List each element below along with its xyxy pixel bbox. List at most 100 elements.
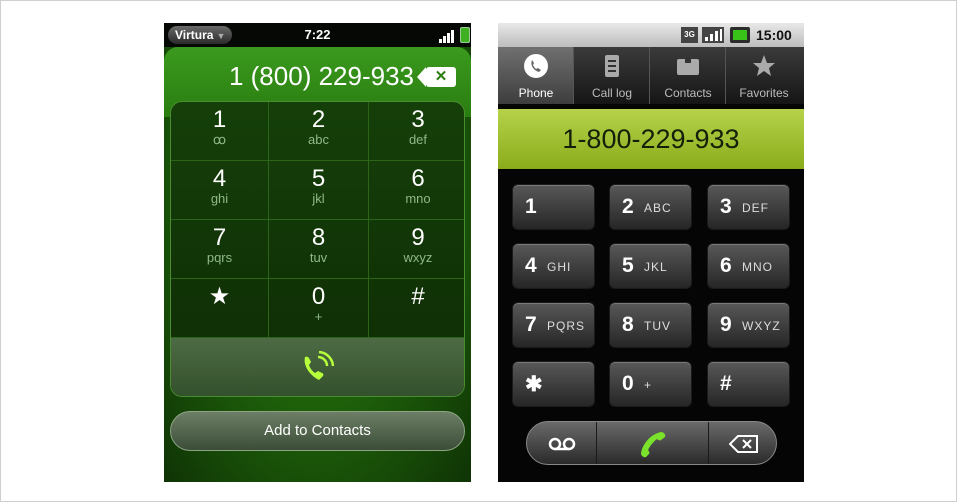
key-letters: pqrs [206,250,233,265]
key-letters: + [314,309,323,324]
key-digit: 1 [525,195,537,218]
call-icon [641,432,666,458]
key-letters: PQRS [547,319,586,333]
tab-label: Contacts [664,86,712,100]
key-digit: 8 [622,313,634,336]
dial-key-5[interactable]: 5 jkl [269,161,369,220]
dial-key-7[interactable]: 7 pqrs [171,220,269,279]
dial-key-hash[interactable]: # [369,279,464,338]
dial-key-2[interactable]: 2 ABC [609,184,692,230]
voicemail-icon [548,437,576,451]
dialer-action-bar [526,421,777,465]
key-digit: 8 [311,224,326,251]
key-digit: 7 [525,313,537,336]
dial-key-9[interactable]: 9 WXYZ [707,302,790,348]
key-digit: 4 [212,165,227,192]
key-digit: 9 [411,224,425,251]
tab-phone[interactable]: Phone [498,47,574,104]
key-letters: DEF [742,201,769,215]
phone-icon [524,54,548,78]
key-letters: MNO [742,260,773,274]
dial-key-5[interactable]: 5 JKL [609,243,692,289]
key-digit: 3 [411,106,425,133]
backspace-icon: ✕ [434,68,448,85]
dial-key-9[interactable]: 9 wxyz [369,220,464,279]
voicemail-icon: ꝏ [212,132,227,147]
star-icon [753,55,775,76]
dial-key-4[interactable]: 4 ghi [171,161,269,220]
dial-key-0[interactable]: 0 + [269,279,369,338]
key-letters: TUV [644,319,671,333]
tab-call-log[interactable]: Call log [574,47,650,104]
key-letters: wxyz [403,250,433,265]
3g-icon: 3G [681,27,698,43]
battery-icon [460,27,470,43]
dialed-number: 1 (800) 229-933 [228,61,414,91]
key-digit: 6 [720,254,732,277]
dial-key-hash[interactable]: # [707,361,790,407]
signal-icon [439,28,457,43]
key-letters: jkl [312,191,325,206]
key-digit: 7 [212,224,227,251]
status-bar: 3G 15:00 [498,23,804,47]
dial-key-7[interactable]: 7 PQRS [512,302,595,348]
tab-label: Favorites [739,86,789,100]
dial-key-3[interactable]: 3 DEF [707,184,790,230]
add-to-contacts-button[interactable]: Add to Contacts [170,411,465,451]
key-digit: 1 [212,106,227,133]
key-digit: 4 [525,254,537,277]
webos-dialer-screen: Virtura ▼ 7:22 1 (800) 229-933 ✕ 1ꝏ 2 abc … [164,23,471,482]
key-digit: # [411,283,425,310]
call-icon [304,351,335,380]
call-button[interactable] [597,422,709,464]
dial-key-2[interactable]: 2 abc [269,102,369,161]
tab-bar: Phone Call log Contacts Favorites [498,47,804,104]
dial-key-star[interactable]: ✱ [512,361,595,407]
key-letters: ghi [210,191,229,206]
key-digit: 3 [720,195,732,218]
key-digit: 6 [411,165,425,192]
key-digit: 5 [311,165,326,192]
contacts-icon [677,59,699,75]
dial-key-3[interactable]: 3 def [369,102,464,161]
key-letters: tuv [309,250,328,265]
dial-key-6[interactable]: 6 MNO [707,243,790,289]
dial-key-0[interactable]: 0 + [609,361,692,407]
backspace-button[interactable] [709,422,776,464]
tab-label: Phone [518,86,554,100]
call-log-icon [605,55,619,77]
voicemail-button[interactable] [527,422,597,464]
tab-contacts[interactable]: Contacts [650,47,726,104]
key-letters: + [644,378,653,392]
asterisk-icon: ✱ [525,373,543,396]
key-letters: def [408,132,428,147]
tab-favorites[interactable]: Favorites [726,47,804,104]
status-time: 15:00 [756,27,792,43]
call-button[interactable] [171,338,464,396]
status-bar: Virtura ▼ 7:22 [164,23,471,47]
key-letters: ABC [644,201,672,215]
key-letters: GHI [547,260,572,274]
key-digit: 0 [311,283,326,310]
backspace-icon [729,435,758,453]
backspace-button[interactable]: ✕ [417,67,456,87]
dial-key-1[interactable]: 1 [512,184,595,230]
dial-key-6[interactable]: 6 mno [369,161,464,220]
key-digit: 0 [622,372,634,395]
key-letters: abc [308,132,329,147]
dialed-number: 1-800-229-933 [498,109,804,169]
key-digit: 9 [720,313,732,336]
dial-key-star[interactable]: ★ [171,279,269,338]
dial-pad: 1ꝏ 2 abc 3 def 4 ghi 5 jkl 6 mno 7 pqrs 8 tuv 9… [170,101,465,397]
dial-key-8[interactable]: 8 TUV [609,302,692,348]
dial-key-4[interactable]: 4 GHI [512,243,595,289]
dial-key-1[interactable]: 1ꝏ [171,102,269,161]
key-digit: 2 [622,195,634,218]
star-icon: ★ [208,283,231,310]
signal-icon [702,27,724,43]
battery-icon [730,27,750,43]
dial-key-8[interactable]: 8 tuv [269,220,369,279]
android-dialer-screen: 3G 15:00 Phone Call log Contacts Favorit… [498,23,804,482]
key-digit: 2 [311,106,326,133]
status-time: 7:22 [304,27,331,42]
